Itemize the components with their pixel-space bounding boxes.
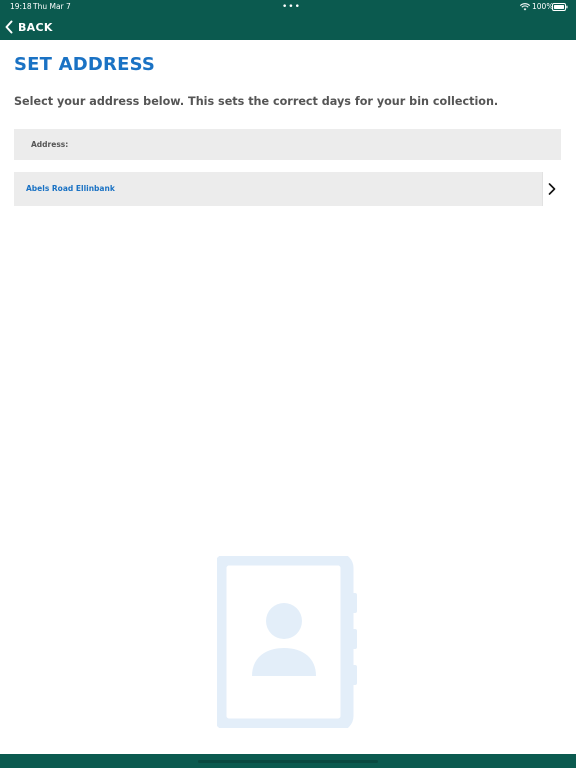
address-item-arrow[interactable] — [542, 172, 561, 206]
address-item-label: Abels Road Ellinbank — [26, 184, 115, 193]
address-list-item[interactable]: Abels Road Ellinbank — [14, 172, 561, 206]
status-time: 19:18 — [10, 2, 32, 11]
chevron-left-icon — [5, 20, 13, 34]
page-title: SET ADDRESS — [14, 54, 156, 75]
back-button[interactable]: BACK — [4, 18, 53, 36]
address-header-label: Address: — [31, 140, 69, 149]
back-label: BACK — [18, 20, 53, 34]
battery-percent: 100% — [532, 2, 554, 11]
address-list-header: Address: — [14, 129, 561, 160]
battery-icon — [552, 3, 568, 11]
status-date: Thu Mar 7 — [33, 2, 71, 11]
home-indicator[interactable] — [198, 760, 378, 763]
wifi-icon — [520, 3, 530, 11]
screen: 19:18 Thu Mar 7 ••• 100% BACK SET ADDRES… — [0, 0, 576, 768]
instructions-text: Select your address below. This sets the… — [14, 95, 499, 108]
status-bar: 19:18 Thu Mar 7 ••• 100% — [0, 0, 576, 14]
chevron-right-icon — [548, 183, 556, 195]
header-bar: 19:18 Thu Mar 7 ••• 100% BACK — [0, 0, 576, 40]
contact-book-icon — [217, 556, 357, 728]
multitasking-dots[interactable]: ••• — [282, 0, 301, 14]
